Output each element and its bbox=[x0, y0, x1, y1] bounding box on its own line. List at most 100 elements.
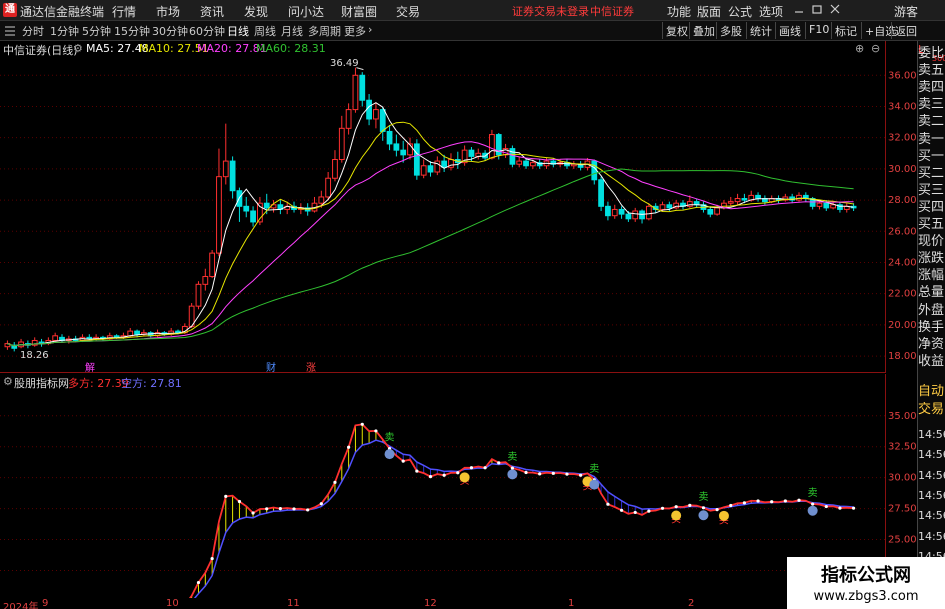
tab-timeshare[interactable]: 分时 bbox=[22, 23, 44, 39]
broker-name: 中信证券 bbox=[590, 5, 634, 18]
buy-face-icon bbox=[718, 510, 729, 521]
long-side-dot bbox=[742, 501, 747, 505]
candle-up bbox=[830, 204, 837, 209]
y-tick-label: 28.00 bbox=[888, 195, 917, 206]
zoom-in-icon[interactable]: ⊕ bbox=[855, 42, 864, 55]
overlay-button[interactable]: 叠加 bbox=[689, 22, 718, 39]
tab-monthly[interactable]: 月线 bbox=[281, 23, 303, 39]
long-side-dot bbox=[456, 471, 460, 475]
long-side-dot bbox=[674, 505, 678, 509]
sell-face-icon bbox=[384, 449, 395, 460]
app-logo: 通 bbox=[3, 3, 17, 17]
long-side-dot bbox=[783, 499, 787, 503]
long-side-dot bbox=[538, 472, 542, 476]
long-side-legend: 多方: 27.39 bbox=[68, 377, 129, 390]
buy-face-icon bbox=[459, 472, 470, 483]
menu-item-formula[interactable]: 公式 bbox=[728, 3, 752, 20]
long-side-dot bbox=[715, 508, 719, 512]
menu-item-options[interactable]: 选项 bbox=[759, 3, 783, 20]
candle-up bbox=[816, 202, 823, 207]
long-side-dot bbox=[428, 475, 433, 479]
tab-15min[interactable]: 15分钟 bbox=[114, 23, 150, 39]
candle-down bbox=[386, 130, 393, 145]
stock-label: 中信证券(日线) bbox=[3, 44, 78, 57]
side-label: 14:56 bbox=[918, 428, 945, 441]
tab-30min[interactable]: 30分钟 bbox=[152, 23, 188, 39]
tab-daily[interactable]: 日线 bbox=[227, 23, 249, 39]
event-marker-limit[interactable]: 涨 bbox=[306, 359, 316, 374]
menu-item-ask[interactable]: 问小达 bbox=[288, 3, 324, 20]
statistics-button[interactable]: 统计 bbox=[746, 22, 775, 39]
tab-multi-period[interactable]: 多周期 bbox=[308, 23, 341, 39]
tab-60min[interactable]: 60分钟 bbox=[189, 23, 225, 39]
event-marker-finance[interactable]: 财 bbox=[266, 359, 276, 374]
long-side-dot bbox=[442, 473, 446, 477]
tab-weekly[interactable]: 周线 bbox=[254, 23, 276, 39]
tab-5min[interactable]: 5分钟 bbox=[82, 23, 111, 39]
menu-item-function[interactable]: 功能 bbox=[667, 3, 691, 20]
side-label: 买四 bbox=[918, 199, 945, 215]
candle-down bbox=[468, 149, 475, 157]
candle-down bbox=[523, 160, 529, 167]
sell-signal: 卖 bbox=[507, 451, 517, 463]
back-button[interactable]: 返回 bbox=[891, 22, 920, 39]
long-side-dot bbox=[347, 445, 351, 449]
trade-login-notice[interactable]: 证券交易未登录 bbox=[512, 3, 589, 19]
long-side-dot bbox=[701, 506, 706, 510]
indicator-settings-icon[interactable]: ⚙ bbox=[3, 375, 13, 388]
tab-1min[interactable]: 1分钟 bbox=[50, 23, 79, 39]
chevron-right-icon[interactable]: › bbox=[368, 23, 372, 36]
side-label: 卖二 bbox=[918, 114, 945, 130]
long-side-dot bbox=[551, 471, 555, 475]
candle-down bbox=[639, 210, 645, 220]
multi-stock-button[interactable]: 多股 bbox=[716, 22, 745, 39]
menu-item-news[interactable]: 资讯 bbox=[200, 3, 224, 20]
menu-item-quotes[interactable]: 行情 bbox=[112, 3, 136, 20]
price-chart-panel[interactable]: 18.00 20.00 22.00 24.00 26.00 28.00 30.00 32.00… bbox=[0, 41, 917, 374]
chart-toolbar: 分时 1分钟 5分钟 15分钟 30分钟 60分钟 日线 周线 月线 多周期 更… bbox=[0, 21, 945, 41]
tab-more[interactable]: 更多 bbox=[344, 23, 366, 39]
indicator-panel[interactable]: 22.5025.0027.5030.0032.5035.00卖买卖买卖买卖买卖买… bbox=[0, 374, 917, 600]
candle-up bbox=[727, 201, 734, 204]
candle-up bbox=[632, 210, 639, 220]
long-side-dot bbox=[196, 580, 201, 585]
candle-up bbox=[202, 276, 209, 285]
y-tick-label: 30.00 bbox=[888, 164, 917, 175]
candle-up bbox=[373, 109, 379, 120]
y-tick-label: 30.00 bbox=[888, 473, 917, 484]
y-tick-label: 22.00 bbox=[888, 289, 917, 300]
candle-down bbox=[823, 202, 830, 209]
zoom-out-icon[interactable]: ⊖ bbox=[871, 42, 880, 55]
x-axis-month-2: 2 bbox=[688, 598, 695, 609]
candle-up bbox=[209, 252, 216, 278]
ma-line-ma5 bbox=[7, 102, 854, 347]
menu-item-trade[interactable]: 交易 bbox=[396, 3, 420, 20]
event-marker-unlock[interactable]: 解 bbox=[85, 359, 95, 374]
window-close-icon[interactable] bbox=[828, 3, 842, 16]
menu-item-layout[interactable]: 版面 bbox=[697, 3, 721, 20]
candle-down bbox=[707, 208, 714, 215]
side-label: 买五 bbox=[918, 217, 945, 232]
draw-line-button[interactable]: 画线 bbox=[775, 22, 804, 39]
candle-up bbox=[325, 177, 332, 198]
window-min-icon[interactable] bbox=[792, 3, 806, 16]
f10-button[interactable]: F10 bbox=[805, 22, 832, 39]
y-tick-label: 32.50 bbox=[888, 442, 917, 453]
low-price-label: 18.26 bbox=[20, 350, 49, 361]
long-side-dot bbox=[251, 511, 255, 515]
menu-icon[interactable] bbox=[4, 25, 16, 37]
settings-icon[interactable]: ⚙ bbox=[73, 42, 83, 55]
window-max-icon[interactable] bbox=[810, 3, 824, 16]
guest-user[interactable]: 游客 bbox=[894, 3, 918, 20]
restore-rights-button[interactable]: 复权 bbox=[662, 22, 691, 39]
menu-item-discover[interactable]: 发现 bbox=[244, 3, 268, 20]
mark-button[interactable]: 标记 bbox=[831, 22, 860, 39]
candlestick-chart[interactable]: 18.00 20.00 22.00 24.00 26.00 28.00 30.00 32.00… bbox=[0, 41, 917, 373]
side-label: 14:56 bbox=[918, 468, 945, 482]
menu-item-market[interactable]: 市场 bbox=[156, 3, 180, 20]
y-tick-label: 34.00 bbox=[888, 101, 917, 112]
sell-signal: 卖 bbox=[385, 432, 395, 444]
menu-item-wealth[interactable]: 财富圈 bbox=[341, 3, 377, 20]
long-side-dot bbox=[292, 507, 296, 511]
indicator-chart[interactable]: 22.5025.0027.5030.0032.5035.00卖买卖买卖买卖买卖买… bbox=[0, 374, 917, 600]
